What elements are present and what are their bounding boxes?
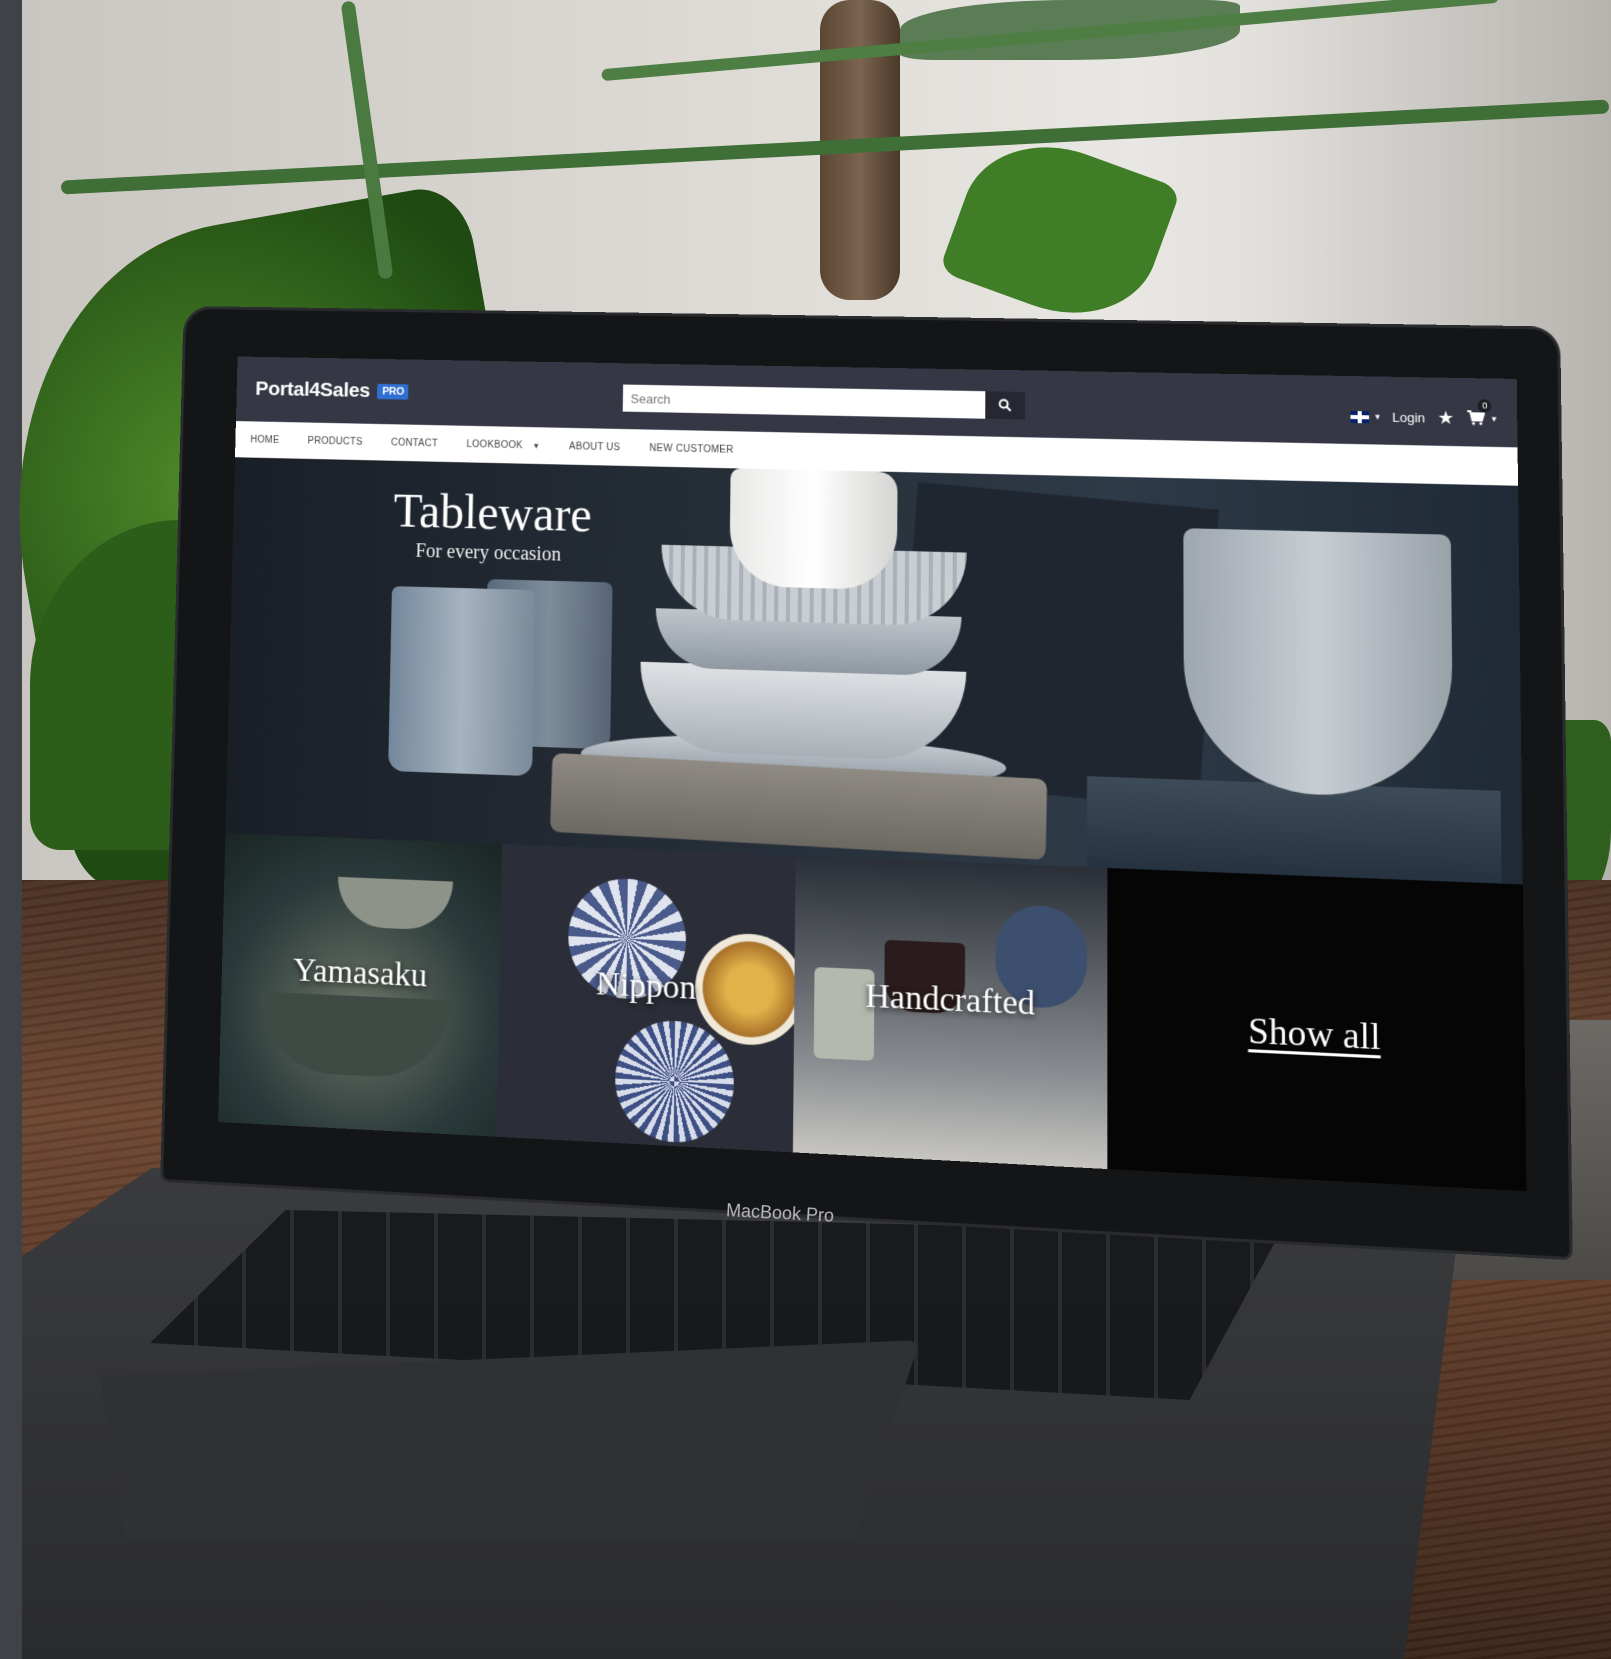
utility-nav: ▾ Login ★ 0 ▾ xyxy=(1350,406,1496,430)
plate xyxy=(614,1018,734,1145)
left-edge-strip xyxy=(0,0,22,1659)
search-icon xyxy=(998,398,1012,412)
nav-item-products[interactable]: PRODUCTS xyxy=(307,435,362,447)
brand-logo[interactable]: Portal4Sales PRO xyxy=(255,378,409,404)
search-input[interactable] xyxy=(623,385,986,419)
chevron-down-icon: ▼ xyxy=(532,441,540,450)
search-button[interactable] xyxy=(985,391,1025,419)
slate-tile xyxy=(1087,776,1502,883)
category-tile-show-all[interactable]: Show all xyxy=(1107,868,1526,1191)
bowl xyxy=(337,877,453,931)
nav-item-home[interactable]: HOME xyxy=(250,434,279,445)
brand-name: Portal4Sales xyxy=(255,378,370,402)
uk-flag-icon[interactable] xyxy=(1350,410,1369,422)
nav-item-lookbook-label: LOOKBOOK xyxy=(466,439,523,451)
pro-badge: PRO xyxy=(377,384,408,400)
login-link[interactable]: Login xyxy=(1392,410,1425,426)
show-all-link[interactable]: Show all xyxy=(1107,1003,1525,1066)
mug-front xyxy=(388,586,535,776)
hero-title: Tableware xyxy=(393,482,592,543)
hero-banner: Tableware For every occasion xyxy=(225,457,1522,884)
star-icon[interactable]: ★ xyxy=(1437,408,1454,429)
category-tile-yamasaku[interactable]: Yamasaku xyxy=(218,833,502,1137)
nav-item-new-customer[interactable]: NEW CUSTOMER xyxy=(649,443,733,455)
milk-jug xyxy=(729,468,897,590)
category-tile-handcrafted[interactable]: Handcrafted xyxy=(793,856,1107,1169)
nav-item-contact[interactable]: CONTACT xyxy=(391,437,438,449)
search-bar xyxy=(623,385,1025,420)
cart-count-badge: 0 xyxy=(1478,399,1492,412)
nav-item-about-us[interactable]: ABOUT US xyxy=(569,441,621,453)
nav-item-lookbook[interactable]: LOOKBOOK ▼ xyxy=(466,439,540,451)
cart-button[interactable]: 0 xyxy=(1467,409,1486,428)
hero-subtitle: For every occasion xyxy=(415,540,561,566)
chevron-down-icon[interactable]: ▾ xyxy=(1492,414,1497,425)
bowl xyxy=(257,992,450,1081)
bowl-right xyxy=(1183,528,1453,799)
category-tile-nippon[interactable]: Nippon xyxy=(497,844,796,1152)
chevron-down-icon[interactable]: ▾ xyxy=(1375,411,1380,422)
laptop-screen: Portal4Sales PRO ▾ Login ★ 0 ▾ HOME PRODU… xyxy=(218,356,1526,1191)
